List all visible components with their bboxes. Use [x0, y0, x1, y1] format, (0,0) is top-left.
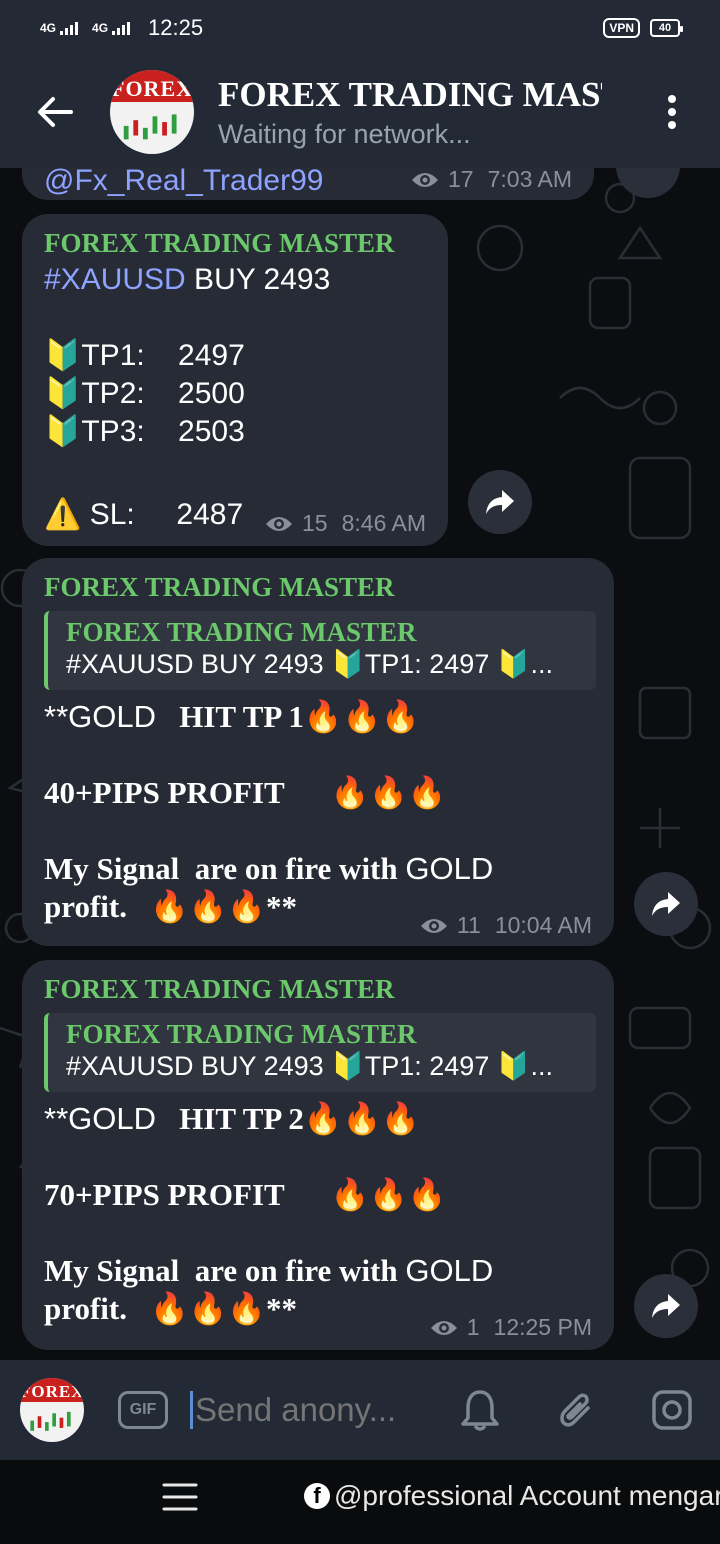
camera-button[interactable] — [646, 1384, 698, 1436]
avatar-logo-text: FOREX — [20, 1382, 84, 1401]
tp1-line: 🔰TP1: 2497 — [44, 339, 245, 372]
tp3-line: 🔰TP3: 2503 — [44, 415, 245, 448]
sender-name: FOREX TRADING MASTER — [44, 228, 395, 258]
hit-text: HIT TP 2🔥🔥🔥 — [155, 1101, 420, 1136]
network-type-2: 4G — [92, 21, 109, 35]
profit-line: 40+PIPS PROFIT 🔥🔥🔥 — [44, 775, 447, 810]
signal-icon: 4G — [40, 21, 79, 35]
fire-text: My Signal are on fire with — [44, 1253, 406, 1288]
share-button[interactable] — [468, 470, 532, 534]
fire-line: My Signal are on fire with GOLD — [44, 850, 592, 888]
hashtag-link[interactable]: #XAUUSD — [44, 263, 186, 296]
view-count: 15 — [302, 510, 328, 536]
share-button[interactable] — [616, 168, 680, 198]
forward-arrow-icon — [652, 892, 680, 916]
gold-text: **GOLD — [44, 699, 156, 734]
gold-text: **GOLD — [44, 1101, 156, 1136]
network-type-1: 4G — [40, 21, 57, 35]
message-time: 8:46 AM — [341, 510, 426, 536]
avatar-logo-text: FOREX — [111, 76, 193, 101]
reply-sender: FOREX TRADING MASTER — [66, 617, 417, 647]
message-time: 10:04 AM — [494, 912, 592, 938]
sl-line: ⚠️ SL: 2487 — [44, 498, 244, 531]
composer-bar: FOREX GIF — [0, 1360, 720, 1460]
message-time: 7:03 AM — [487, 168, 572, 192]
eye-icon — [412, 172, 439, 187]
reply-sender: FOREX TRADING MASTER — [66, 1019, 417, 1049]
message-meta: 1 12:25 PM — [429, 1314, 592, 1341]
signal-order: #XAUUSD BUY 2493 — [44, 261, 426, 299]
hit-line: **GOLD HIT TP 1🔥🔥🔥 — [44, 698, 592, 736]
tp2-line: 🔰TP2: 2500 — [44, 377, 245, 410]
gold-word: GOLD — [405, 1253, 494, 1288]
bell-icon — [461, 1390, 499, 1431]
candlestick-icon — [30, 1411, 71, 1431]
sender-name: FOREX TRADING MASTER — [44, 974, 395, 1004]
tp1-hit-message[interactable]: FOREX TRADING MASTER FOREX TRADING MASTE… — [22, 558, 614, 946]
fire-text: My Signal are on fire with — [44, 851, 406, 886]
signal-message[interactable]: FOREX TRADING MASTER #XAUUSD BUY 2493 🔰T… — [22, 214, 448, 546]
send-as-avatar[interactable]: FOREX — [20, 1378, 84, 1442]
share-button[interactable] — [634, 872, 698, 936]
fire-line: My Signal are on fire with GOLD — [44, 1252, 592, 1290]
connection-status: Waiting for network... — [218, 118, 471, 149]
vpn-badge: VPN — [603, 18, 640, 38]
status-bar: 4G 4G 12:25 VPN 40 — [0, 0, 720, 56]
arrow-left-icon — [38, 97, 73, 127]
reply-text: #XAUUSD BUY 2493 🔰TP1: 2497 🔰... — [66, 1051, 553, 1081]
watermark-text: @professional Account mengar — [334, 1480, 720, 1511]
gif-button[interactable]: GIF — [118, 1391, 168, 1429]
message-meta: 15 8:46 AM — [264, 510, 426, 537]
more-options-button[interactable] — [624, 56, 720, 168]
paperclip-icon — [560, 1393, 590, 1427]
system-nav-bar: f @professional Account mengar — [0, 1460, 720, 1544]
eye-icon — [266, 516, 293, 531]
battery-icon: 40 — [650, 19, 683, 37]
camera-icon — [652, 1390, 692, 1430]
message-meta: 17 7:03 AM — [410, 168, 572, 193]
mention-link[interactable]: @Fx_Real_Trader99 — [44, 168, 323, 198]
reply-text: #XAUUSD BUY 2493 🔰TP1: 2497 🔰... — [66, 649, 553, 679]
profit-line: 70+PIPS PROFIT 🔥🔥🔥 — [44, 1177, 447, 1212]
notification-toggle-button[interactable] — [454, 1384, 506, 1436]
tp2-hit-message[interactable]: FOREX TRADING MASTER FOREX TRADING MASTE… — [22, 960, 614, 1350]
message-time: 12:25 PM — [493, 1314, 592, 1340]
back-button[interactable] — [0, 56, 110, 168]
watermark: f @professional Account mengar — [304, 1480, 720, 1512]
hit-line: **GOLD HIT TP 2🔥🔥🔥 — [44, 1100, 592, 1138]
header-info[interactable]: FOREX TRADING MASTER Waiting for network… — [218, 75, 624, 150]
view-count: 1 — [466, 1314, 480, 1340]
eye-icon — [430, 1320, 457, 1335]
attach-button[interactable] — [550, 1384, 602, 1436]
recent-apps-icon[interactable] — [162, 1482, 198, 1512]
eye-icon — [420, 918, 447, 933]
gold-word: GOLD — [405, 851, 494, 886]
forward-arrow-icon — [652, 1294, 680, 1318]
forward-arrow-icon — [486, 490, 514, 514]
hit-text: HIT TP 1🔥🔥🔥 — [155, 699, 420, 734]
message-meta: 11 10:04 AM — [419, 912, 592, 939]
facebook-icon: f — [304, 1483, 330, 1509]
channel-avatar[interactable]: FOREX — [110, 70, 194, 154]
message-input[interactable] — [190, 1391, 430, 1429]
order-text: BUY 2493 — [185, 263, 331, 296]
signal-icon-2: 4G — [92, 21, 131, 35]
clock: 12:25 — [148, 15, 204, 40]
view-count: 11 — [456, 912, 481, 938]
chat-header: FOREX FOREX TRADING MASTER Waiting for n… — [0, 56, 720, 168]
reply-preview[interactable]: FOREX TRADING MASTER #XAUUSD BUY 2493 🔰T… — [44, 1013, 596, 1092]
candlestick-icon — [124, 114, 177, 140]
sender-name: FOREX TRADING MASTER — [44, 572, 395, 602]
partial-message-clip: @Fx_Real_Trader99 17 7:03 AM — [0, 168, 720, 202]
kebab-menu-icon — [668, 95, 676, 129]
view-count: 17 — [448, 168, 474, 192]
partial-message[interactable]: @Fx_Real_Trader99 17 7:03 AM — [22, 168, 594, 200]
reply-preview[interactable]: FOREX TRADING MASTER #XAUUSD BUY 2493 🔰T… — [44, 611, 596, 690]
chat-title: FOREX TRADING MASTER — [218, 74, 602, 114]
share-button[interactable] — [634, 1274, 698, 1338]
